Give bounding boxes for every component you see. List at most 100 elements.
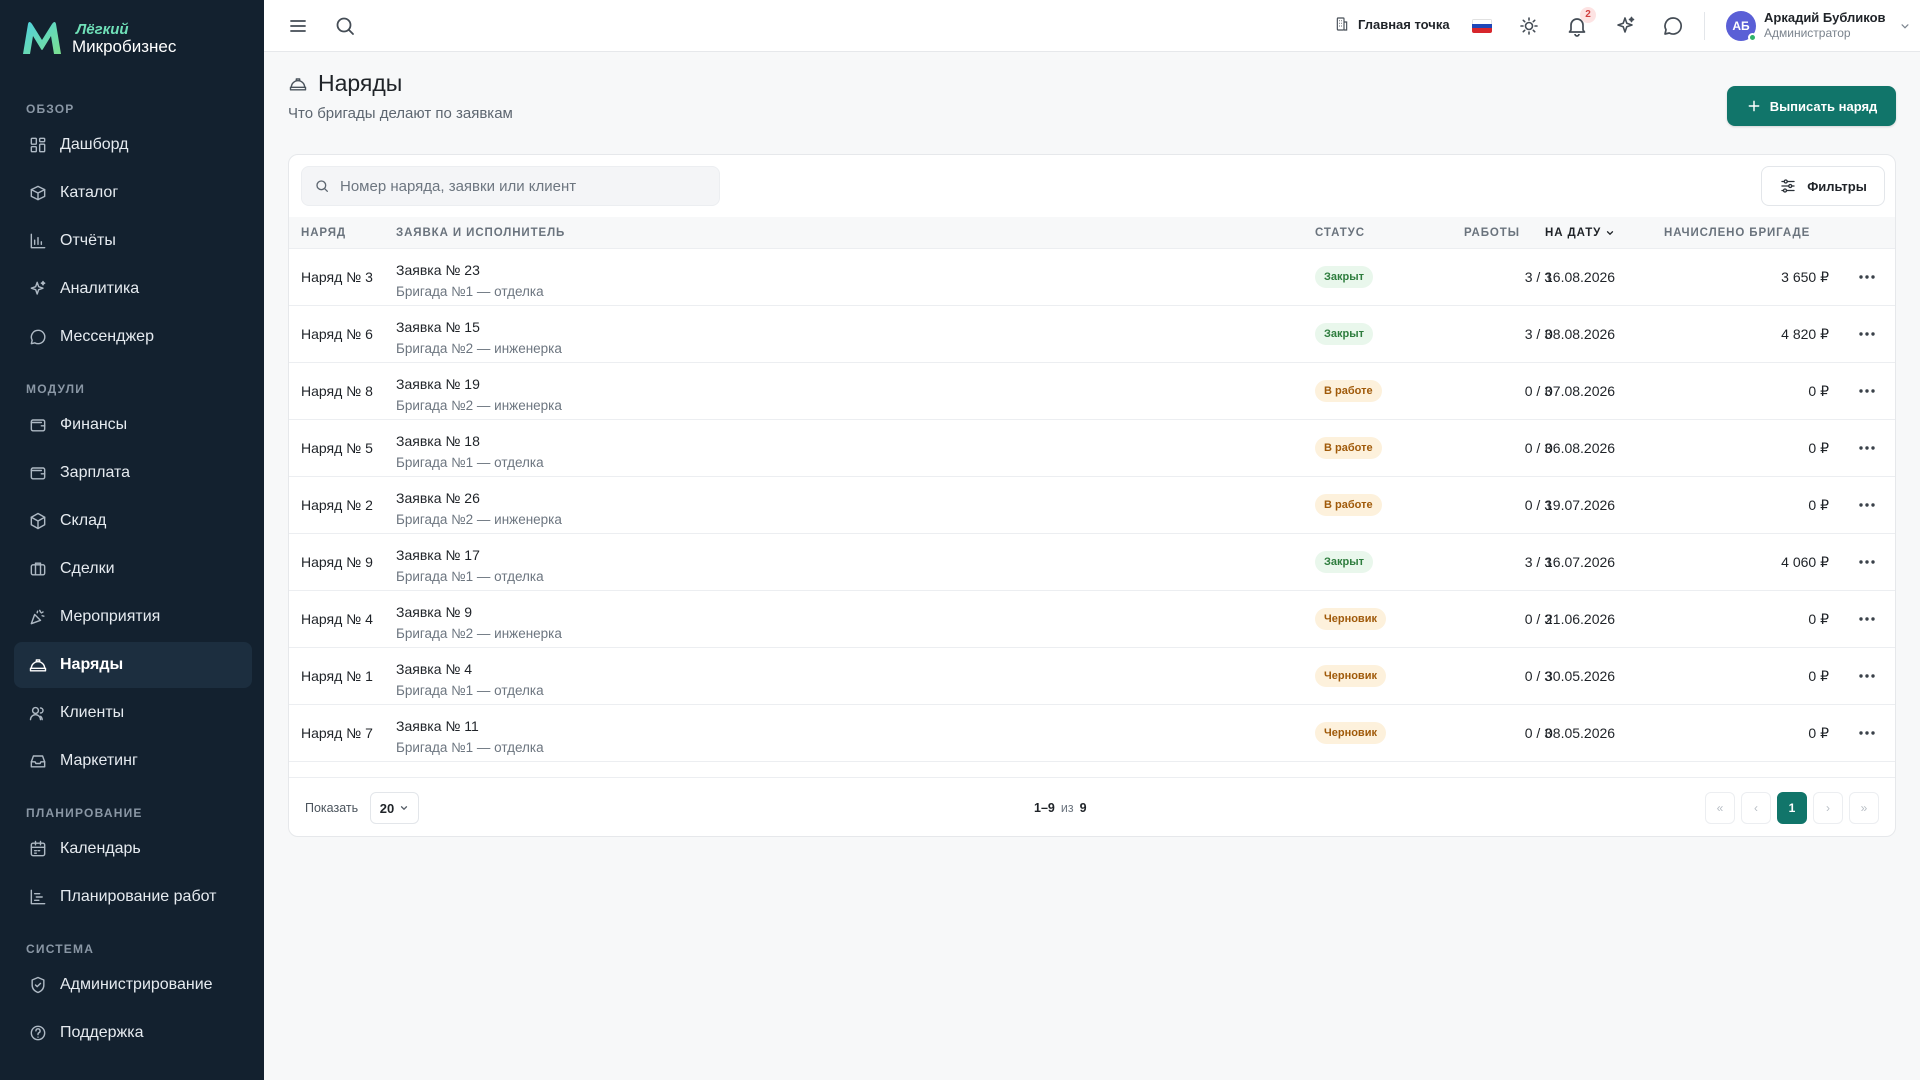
request-cell: Заявка № 11 Бригада №1 — отделка xyxy=(396,715,544,759)
theme-toggle-button[interactable] xyxy=(1517,14,1541,38)
request-number[interactable]: Заявка № 18 xyxy=(396,430,544,452)
topbar-divider xyxy=(1704,12,1705,40)
header-status[interactable]: Статус xyxy=(1315,227,1365,239)
row-actions-button[interactable] xyxy=(1857,554,1877,570)
request-number[interactable]: Заявка № 23 xyxy=(396,259,544,281)
sidebar-item-1-3[interactable]: Сделки xyxy=(14,546,252,592)
per-page-select[interactable]: 20 xyxy=(370,792,419,824)
table-row[interactable]: Наряд № 4 Заявка № 9 Бригада №2 — инженерк… xyxy=(289,591,1895,648)
status-cell: Закрыт xyxy=(1315,551,1374,573)
language-flag-ru[interactable] xyxy=(1472,19,1492,33)
table-row[interactable]: Наряд № 3 Заявка № 23 Бригада №1 — отделка… xyxy=(289,249,1895,306)
sidebar-item-1-1[interactable]: Зарплата xyxy=(14,450,252,496)
row-actions-button[interactable] xyxy=(1857,611,1877,627)
sidebar-item-2-1[interactable]: Планирование работ xyxy=(14,874,252,920)
request-number[interactable]: Заявка № 15 xyxy=(396,316,562,338)
search-button[interactable] xyxy=(333,14,357,38)
order-number[interactable]: Наряд № 6 xyxy=(301,326,373,342)
header-request[interactable]: Заявка и исполнитель xyxy=(396,227,565,239)
order-number[interactable]: Наряд № 8 xyxy=(301,383,373,399)
row-actions-button[interactable] xyxy=(1857,725,1877,741)
plus-icon xyxy=(1748,100,1760,112)
prev-page-button[interactable]: ‹ xyxy=(1741,792,1771,824)
order-date: 08.08.2026 xyxy=(1545,326,1616,342)
order-number[interactable]: Наряд № 7 xyxy=(301,725,373,741)
sidebar-item-2-0[interactable]: Календарь xyxy=(14,826,252,872)
order-number[interactable]: Наряд № 4 xyxy=(301,611,373,627)
team-amount: 0 ₽ xyxy=(1808,611,1829,627)
last-page-button[interactable]: » xyxy=(1849,792,1879,824)
works-progress: 3 / 3 xyxy=(1524,326,1552,342)
sidebar-item-0-0[interactable]: Дашборд xyxy=(14,122,252,168)
request-number[interactable]: Заявка № 11 xyxy=(396,715,544,737)
request-number[interactable]: Заявка № 19 xyxy=(396,373,562,395)
order-number[interactable]: Наряд № 2 xyxy=(301,497,373,513)
search-input[interactable] xyxy=(340,177,710,195)
sidebar-item-3-1[interactable]: Поддержка xyxy=(14,1010,252,1056)
page-button-current[interactable]: 1 xyxy=(1777,792,1807,824)
request-number[interactable]: Заявка № 9 xyxy=(396,601,562,623)
sidebar-item-1-2[interactable]: Склад xyxy=(14,498,252,544)
table-row[interactable]: Наряд № 7 Заявка № 11 Бригада №1 — отделка… xyxy=(289,705,1895,762)
filters-button[interactable]: Фильтры xyxy=(1761,166,1885,206)
sidebar-item-label: Дашборд xyxy=(60,136,129,153)
first-page-button[interactable]: « xyxy=(1705,792,1735,824)
table-row[interactable]: Наряд № 6 Заявка № 15 Бригада №2 — инженер… xyxy=(289,306,1895,363)
row-actions-button[interactable] xyxy=(1857,668,1877,684)
header-works[interactable]: Работы xyxy=(1464,227,1520,239)
order-number[interactable]: Наряд № 9 xyxy=(301,554,373,570)
header-amount[interactable]: Начислено бригаде xyxy=(1664,227,1810,239)
sidebar-item-0-3[interactable]: Аналитика xyxy=(14,266,252,312)
ai-assistant-button[interactable] xyxy=(1613,14,1637,38)
row-actions-button[interactable] xyxy=(1857,497,1877,513)
request-number[interactable]: Заявка № 4 xyxy=(396,658,544,680)
next-page-button[interactable]: › xyxy=(1813,792,1843,824)
sidebar-item-0-1[interactable]: Каталог xyxy=(14,170,252,216)
sidebar-item-1-4[interactable]: Мероприятия xyxy=(14,594,252,640)
sidebar-item-1-5[interactable]: Наряды xyxy=(14,642,252,688)
search-box[interactable] xyxy=(301,166,720,206)
table-row[interactable]: Наряд № 8 Заявка № 19 Бригада №2 — инженер… xyxy=(289,363,1895,420)
row-actions-button[interactable] xyxy=(1857,383,1877,399)
sidebar-item-label: Планирование работ xyxy=(60,888,217,905)
row-actions-button[interactable] xyxy=(1857,326,1877,342)
header-date-sort[interactable]: На дату xyxy=(1545,227,1615,239)
user-menu[interactable]: АБ Аркадий Бубликов Администратор xyxy=(1726,10,1912,42)
sidebar-item-0-2[interactable]: Отчёты xyxy=(14,218,252,264)
request-number[interactable]: Заявка № 26 xyxy=(396,487,562,509)
order-number[interactable]: Наряд № 1 xyxy=(301,668,373,684)
pagination: « ‹ 1 › » xyxy=(1705,792,1879,824)
menu-toggle-button[interactable] xyxy=(286,14,310,38)
status-cell: В работе xyxy=(1315,494,1382,516)
table-row[interactable]: Наряд № 9 Заявка № 17 Бригада №1 — отделка… xyxy=(289,534,1895,591)
sidebar-item-1-6[interactable]: Клиенты xyxy=(14,690,252,736)
order-date: 19.07.2026 xyxy=(1545,497,1616,513)
search-icon xyxy=(336,17,354,35)
team-amount: 0 ₽ xyxy=(1808,668,1829,684)
inbox-icon xyxy=(30,755,46,768)
sidebar-item-1-7[interactable]: Маркетинг xyxy=(14,738,252,784)
row-actions-button[interactable] xyxy=(1857,269,1877,285)
table-row[interactable]: Наряд № 2 Заявка № 26 Бригада №2 — инженер… xyxy=(289,477,1895,534)
avatar-initials: АБ xyxy=(1732,18,1750,33)
brand[interactable]: Лёгкий Микробизнес xyxy=(20,18,176,58)
sidebar-item-0-4[interactable]: Мессенджер xyxy=(14,314,252,360)
status-cell: Черновик xyxy=(1315,665,1386,687)
row-actions-button[interactable] xyxy=(1857,440,1877,456)
order-number[interactable]: Наряд № 3 xyxy=(301,269,373,285)
table-row[interactable]: Наряд № 1 Заявка № 4 Бригада №1 — отделка Ч… xyxy=(289,648,1895,705)
works-progress: 0 / 3 xyxy=(1524,383,1552,399)
sidebar-item-1-0[interactable]: Финансы xyxy=(14,402,252,448)
header-num[interactable]: Наряд xyxy=(301,227,346,239)
works-progress: 0 / 3 xyxy=(1524,611,1552,627)
location-switcher[interactable]: Главная точка xyxy=(1334,16,1450,32)
team-amount: 0 ₽ xyxy=(1808,440,1829,456)
nav-gap xyxy=(0,362,264,372)
table-row[interactable]: Наряд № 5 Заявка № 18 Бригада №1 — отделка… xyxy=(289,420,1895,477)
request-number[interactable]: Заявка № 17 xyxy=(396,544,544,566)
create-order-button[interactable]: Выписать наряд xyxy=(1727,86,1896,126)
order-number[interactable]: Наряд № 5 xyxy=(301,440,373,456)
sidebar-item-3-0[interactable]: Администрирование xyxy=(14,962,252,1008)
messages-button[interactable] xyxy=(1661,14,1685,38)
sidebar-item-label: Мероприятия xyxy=(60,608,161,625)
